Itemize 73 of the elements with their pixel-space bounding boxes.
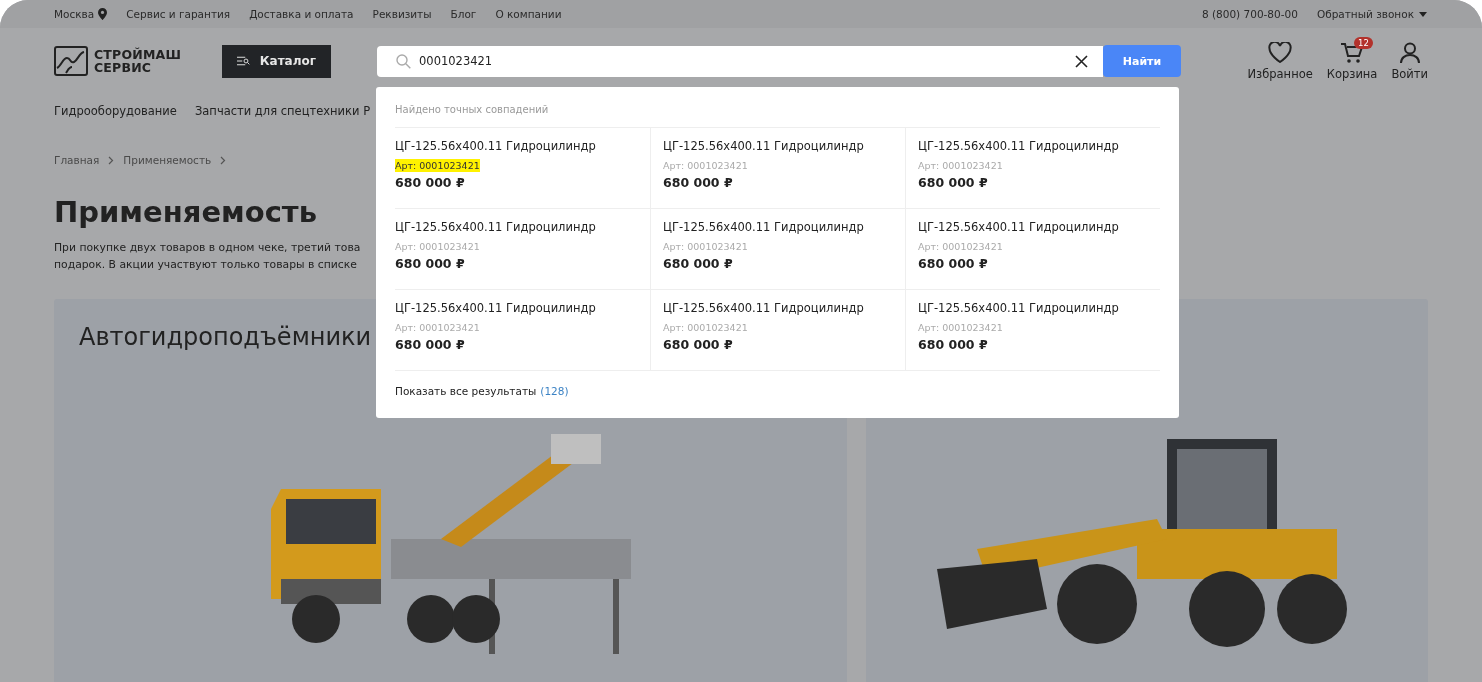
product-name: ЦГ-125.56х400.11 Гидроцилиндр xyxy=(918,139,1120,153)
results-heading: Найдено точных совпадений xyxy=(395,87,1160,128)
product-price: 680 000 ₽ xyxy=(918,256,989,271)
header-action-label[interactable]: Корзина xyxy=(1326,66,1378,81)
callback-link[interactable]: Обратный звонок xyxy=(1316,8,1414,20)
breadcrumb-link[interactable]: Главная xyxy=(54,154,100,166)
show-all-results-link[interactable]: Показать все результаты xyxy=(395,385,537,397)
user-icon[interactable] xyxy=(1398,41,1421,64)
category-nav-link[interactable]: Запчасти для спецтехники Р xyxy=(194,104,371,118)
top-nav-link[interactable]: О компании xyxy=(495,8,562,20)
chevron-icon xyxy=(108,155,115,165)
product-price: 680 000 ₽ xyxy=(663,175,734,190)
header-action-label[interactable]: Избранное xyxy=(1247,66,1313,81)
product-name: ЦГ-125.56х400.11 Гидроцилиндр xyxy=(918,301,1120,315)
catalog-button[interactable]: Каталог xyxy=(222,44,331,78)
product-price: 680 000 ₽ xyxy=(395,175,466,190)
search-result-item[interactable]: ЦГ-125.56х400.11 Гидроцилиндр Арт: 0001023421 680 000 ₽ xyxy=(650,209,905,290)
results-count: (128) xyxy=(540,385,569,397)
location-pin-icon xyxy=(98,8,108,20)
header-action-label[interactable]: Войти xyxy=(1391,66,1428,81)
search-result-item[interactable]: ЦГ-125.56х400.11 Гидроцилиндр Арт: 0001023421 680 000 ₽ xyxy=(395,128,650,209)
search-icon xyxy=(396,53,411,69)
article-number: Арт: 0001023421 xyxy=(663,159,748,172)
category-title: Автогидроподъёмники xyxy=(79,323,372,351)
product-name: ЦГ-125.56х400.11 Гидроцилиндр xyxy=(663,220,865,234)
article-number: Арт: 0001023421 xyxy=(395,159,480,172)
search-result-item[interactable]: ЦГ-125.56х400.11 Гидроцилиндр Арт: 0001023421 680 000 ₽ xyxy=(395,209,650,290)
logo-icon xyxy=(54,46,88,76)
search-button[interactable]: Найти xyxy=(1103,45,1181,77)
search-field[interactable]: 0001023421 xyxy=(377,45,1103,77)
phone-number[interactable]: 8 (800) 700-80-00 xyxy=(1201,8,1298,20)
article-number: Арт: 0001023421 xyxy=(918,240,1003,253)
article-number: Арт: 0001023421 xyxy=(918,321,1003,334)
breadcrumb-link[interactable]: Применяемость xyxy=(123,154,212,166)
logo-text: СТРОЙМАШ xyxy=(94,48,182,61)
product-price: 680 000 ₽ xyxy=(918,337,989,352)
close-icon[interactable] xyxy=(1075,54,1088,68)
article-number: Арт: 0001023421 xyxy=(663,240,748,253)
product-price: 680 000 ₽ xyxy=(663,337,734,352)
article-number: Арт: 0001023421 xyxy=(918,159,1003,172)
article-number: Арт: 0001023421 xyxy=(395,321,480,334)
search-result-item[interactable]: ЦГ-125.56х400.11 Гидроцилиндр Арт: 0001023421 680 000 ₽ xyxy=(650,290,905,371)
product-name: ЦГ-125.56х400.11 Гидроцилиндр xyxy=(663,139,865,153)
description-text: При покупке двух товаров в одном чеке, третий това xyxy=(54,240,362,256)
search-result-item[interactable]: ЦГ-125.56х400.11 Гидроцилиндр Арт: 0001023421 680 000 ₽ xyxy=(395,290,650,371)
chevron-icon xyxy=(220,155,227,165)
description-text: подарок. В акции участвуют только товары в списке xyxy=(54,257,358,273)
product-name: ЦГ-125.56х400.11 Гидроцилиндр xyxy=(395,220,597,234)
article-number: Арт: 0001023421 xyxy=(395,240,480,253)
product-price: 680 000 ₽ xyxy=(918,175,989,190)
search-result-item[interactable]: ЦГ-125.56х400.11 Гидроцилиндр Арт: 0001023421 680 000 ₽ xyxy=(905,128,1160,209)
cart-count-badge: 12 xyxy=(1354,36,1373,49)
city-link[interactable]: Москва xyxy=(54,8,95,20)
product-name: ЦГ-125.56х400.11 Гидроцилиндр xyxy=(395,301,597,315)
search-result-item[interactable]: ЦГ-125.56х400.11 Гидроцилиндр Арт: 0001023421 680 000 ₽ xyxy=(905,290,1160,371)
product-price: 680 000 ₽ xyxy=(663,256,734,271)
page-title: Применяемость xyxy=(54,195,317,229)
menu-icon xyxy=(237,55,250,67)
product-price: 680 000 ₽ xyxy=(395,337,466,352)
heart-icon[interactable] xyxy=(1268,41,1293,63)
caret-icon xyxy=(1419,11,1427,17)
top-nav-link[interactable]: Реквизиты xyxy=(372,8,432,20)
top-nav-link[interactable]: Сервис и гарантия xyxy=(126,8,231,20)
search-result-item[interactable]: ЦГ-125.56х400.11 Гидроцилиндр Арт: 0001023421 680 000 ₽ xyxy=(650,128,905,209)
article-number: Арт: 0001023421 xyxy=(663,321,748,334)
category-nav-link[interactable]: Гидрооборудование xyxy=(54,104,177,118)
search-result-item[interactable]: ЦГ-125.56х400.11 Гидроцилиндр Арт: 0001023421 680 000 ₽ xyxy=(905,209,1160,290)
logo-text: СЕРВИС xyxy=(94,61,153,74)
top-nav-link[interactable]: Доставка и оплата xyxy=(249,8,354,20)
product-name: ЦГ-125.56х400.11 Гидроцилиндр xyxy=(395,139,597,153)
product-name: ЦГ-125.56х400.11 Гидроцилиндр xyxy=(918,220,1120,234)
top-nav-link[interactable]: Блог xyxy=(450,8,477,20)
product-price: 680 000 ₽ xyxy=(395,256,466,271)
